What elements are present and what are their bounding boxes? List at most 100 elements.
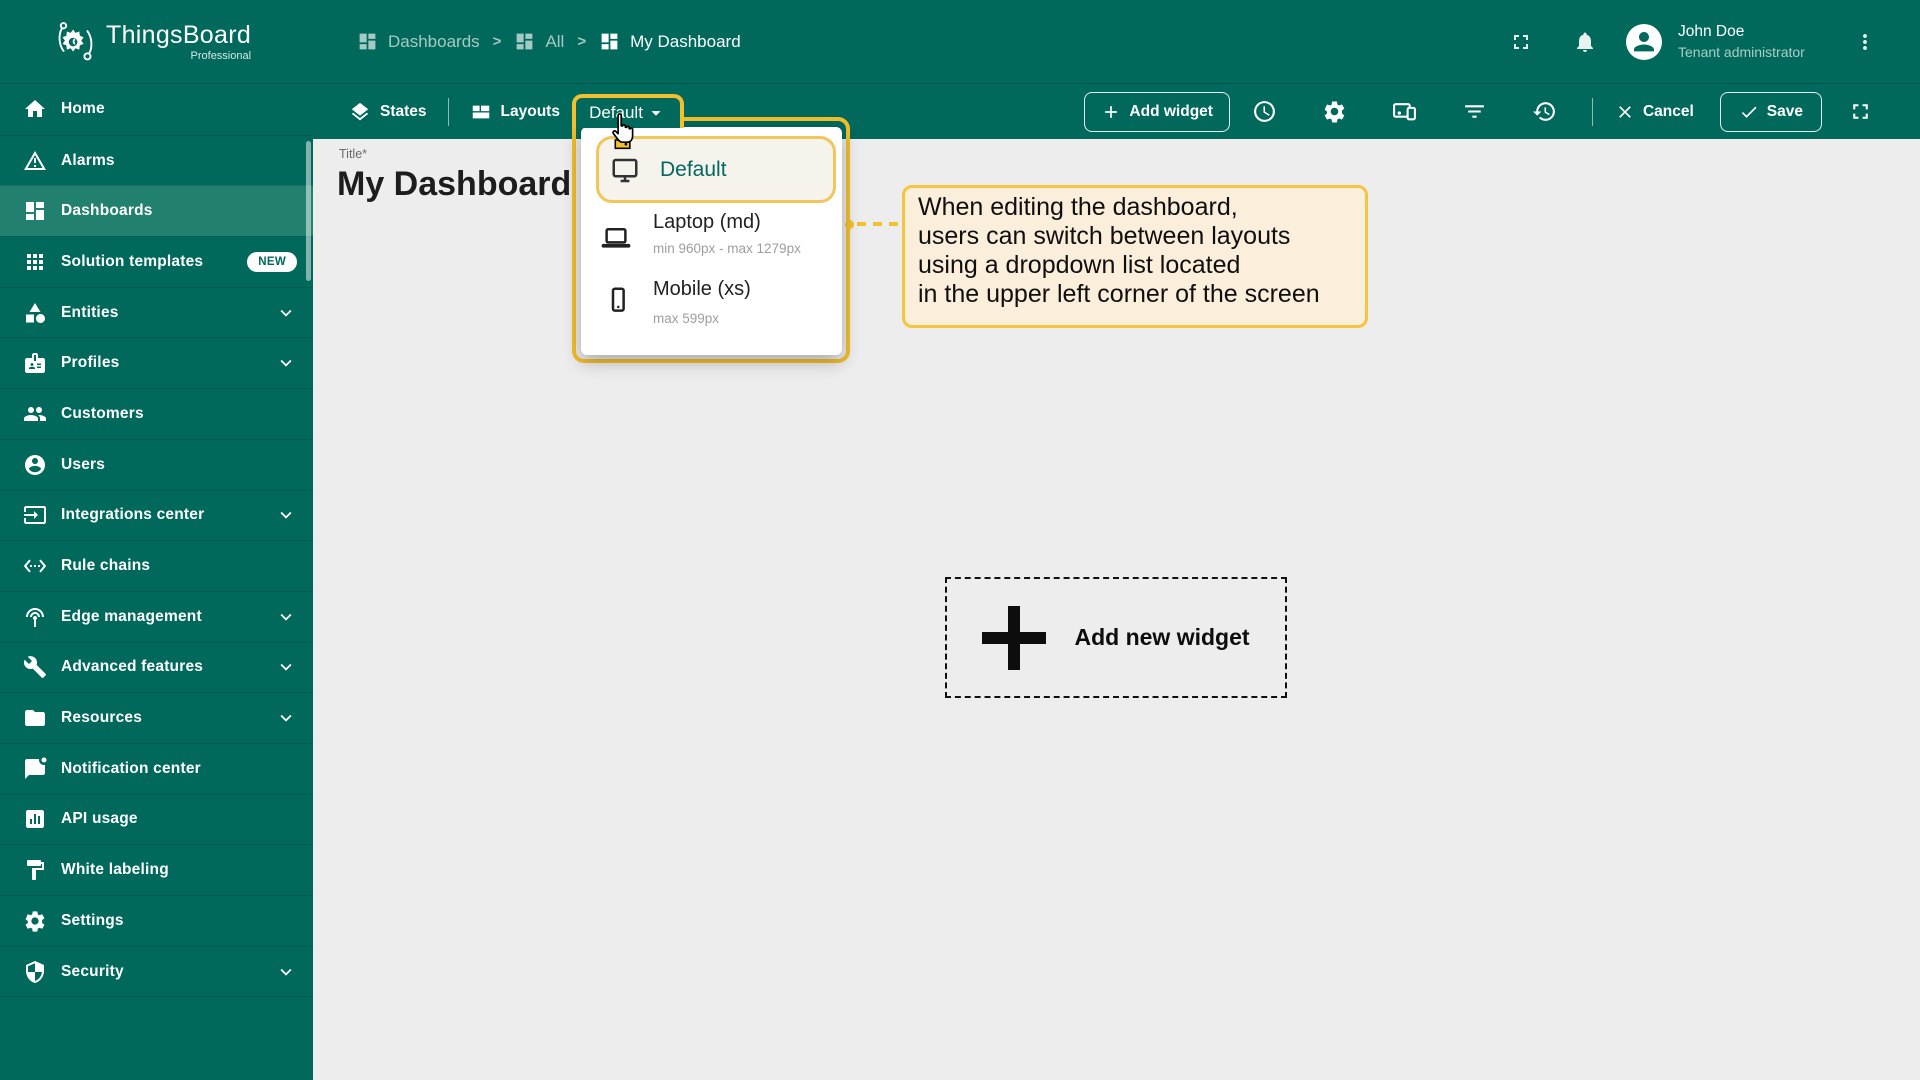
cancel-button[interactable]: Cancel	[1605, 102, 1704, 122]
sidebar-item-solution-templates[interactable]: Solution templates NEW	[0, 236, 313, 287]
hand-cursor-icon	[612, 113, 634, 150]
add-widget-button[interactable]: Add widget	[1084, 91, 1230, 132]
sidebar-item-label: Customers	[61, 404, 144, 422]
sidebar-item-rule-chains[interactable]: Rule chains	[0, 540, 313, 591]
sidebar-item-resources[interactable]: Resources	[0, 692, 313, 743]
breadcrumb-label: All	[545, 31, 565, 51]
user-person-icon	[1634, 31, 1654, 51]
sidebar-scrollbar[interactable]	[306, 141, 311, 281]
layout-option-mobile-range: max 599px	[653, 311, 720, 326]
dashboard-title-label: Title*	[339, 147, 368, 161]
sidebar-end-divider	[0, 996, 313, 998]
apps-grid-icon	[27, 253, 43, 270]
more-menu-button[interactable]	[1850, 27, 1880, 57]
states-button[interactable]: States	[349, 101, 427, 123]
breadcrumb-label: Dashboards	[388, 31, 480, 51]
breadcrumb-dashboards[interactable]: Dashboards	[357, 31, 480, 52]
sidebar-item-label: Entities	[61, 303, 119, 321]
chevron-down-icon	[280, 512, 292, 520]
format-paint-icon	[27, 860, 44, 881]
sidebar-item-label: Alarms	[61, 151, 115, 169]
chat-notification-icon	[25, 757, 47, 779]
dashboard-settings-button[interactable]	[1313, 90, 1357, 134]
time-window-button[interactable]	[1243, 90, 1287, 134]
sidebar-item-security[interactable]: Security	[0, 945, 313, 997]
logo-subtitle: Professional	[190, 49, 252, 62]
manage-layouts-icon	[1393, 103, 1417, 121]
chevron-down-icon	[280, 968, 292, 976]
more-vert-icon	[1863, 33, 1867, 50]
sidebar-item-label: Profiles	[61, 354, 120, 372]
monitor-icon	[612, 158, 638, 182]
sidebar-item-alarms[interactable]: Alarms	[0, 134, 313, 186]
sidebar-item-users[interactable]: Users	[0, 438, 313, 490]
sidebar-item-integrations-center[interactable]: Integrations center	[0, 489, 313, 541]
sidebar-item-label: Home	[61, 100, 105, 118]
manage-layouts-button[interactable]	[1383, 90, 1427, 134]
filter-button[interactable]	[1453, 90, 1497, 134]
sidebar-item-white-labeling[interactable]: White labeling	[0, 844, 313, 895]
fullscreen-button[interactable]	[1506, 27, 1536, 57]
user-info[interactable]: John Doe Tenant administrator	[1678, 22, 1836, 62]
sidebar-item-dashboards[interactable]: Dashboards	[0, 185, 313, 237]
sidebar-item-label: Notification center	[61, 759, 201, 777]
add-new-widget-label: Add new widget	[1074, 624, 1250, 650]
chevron-down-icon	[280, 613, 292, 621]
add-widget-label: Add widget	[1129, 102, 1213, 120]
sidebar-item-customers[interactable]: Customers	[0, 388, 313, 439]
dashboard-title-input[interactable]: My Dashboard	[337, 165, 571, 204]
add-new-widget-zone[interactable]: Add new widget	[945, 577, 1287, 698]
sidebar-item-notification-center[interactable]: Notification center	[0, 742, 313, 794]
layouts-icon	[472, 105, 489, 118]
sidebar-item-entities[interactable]: Entities	[0, 286, 313, 338]
sidebar-item-settings[interactable]: Settings	[0, 895, 313, 946]
sidebar-item-profiles[interactable]: Profiles	[0, 337, 313, 388]
notifications-bell-icon	[1577, 32, 1593, 52]
states-label: States	[380, 102, 427, 120]
header-actions: John Doe Tenant administrator	[1506, 22, 1880, 62]
version-history-button[interactable]	[1523, 90, 1567, 134]
wifi-tethering-icon	[26, 607, 44, 627]
sidebar-item-edge-management[interactable]: Edge management	[0, 590, 313, 642]
layout-option-laptop-range: min 960px - max 1279px	[653, 241, 801, 256]
people-icon	[24, 406, 46, 421]
dashboard-icon	[359, 33, 376, 50]
sidebar-item-label: Resources	[61, 709, 143, 727]
version-history-icon	[1533, 102, 1556, 121]
breadcrumb-all[interactable]: All	[514, 31, 564, 52]
sidebar-nav: Home Alarms Dashboards Solution template…	[0, 84, 313, 1080]
save-button[interactable]: Save	[1719, 91, 1822, 132]
sidebar-item-home[interactable]: Home	[0, 84, 313, 135]
chevron-down-icon	[280, 714, 292, 722]
chevron-down-icon	[280, 309, 292, 317]
check-icon	[1741, 106, 1757, 118]
toolbar-fullscreen-button[interactable]	[1838, 90, 1882, 134]
sidebar-item-advanced-features[interactable]: Advanced features	[0, 641, 313, 693]
breadcrumb-my-dashboard[interactable]: My Dashboard	[599, 31, 741, 52]
save-label: Save	[1766, 102, 1803, 120]
filter-icon	[1465, 105, 1485, 118]
logo-title: ThingsBoard	[106, 20, 252, 49]
dashboard-icon	[601, 33, 618, 50]
sidebar-item-label: Rule chains	[61, 557, 151, 575]
layouts-button[interactable]: Layouts	[470, 101, 560, 123]
close-icon	[1619, 105, 1631, 118]
avatar[interactable]	[1626, 23, 1662, 60]
category-icon	[26, 302, 45, 323]
breadcrumb-separator: >	[492, 33, 502, 50]
chevron-down-icon	[280, 664, 292, 672]
plus-icon	[1105, 105, 1118, 118]
sidebar-item-api-usage[interactable]: API usage	[0, 793, 313, 845]
user-role: Tenant administrator	[1678, 43, 1805, 60]
folder-icon	[25, 710, 45, 727]
app-logo: ThingsBoard Professional	[0, 18, 313, 66]
notifications-button[interactable]	[1570, 27, 1600, 57]
layout-option-mobile[interactable]: Mobile (xs)	[653, 278, 751, 301]
layout-option-laptop[interactable]: Laptop (md)	[653, 211, 761, 234]
user-name: John Doe	[1678, 22, 1745, 40]
shield-icon	[26, 960, 44, 983]
input-icon	[24, 506, 46, 525]
callout-connector-dot	[845, 220, 854, 229]
cancel-label: Cancel	[1642, 102, 1694, 120]
sidebar-item-label: Advanced features	[61, 658, 204, 676]
